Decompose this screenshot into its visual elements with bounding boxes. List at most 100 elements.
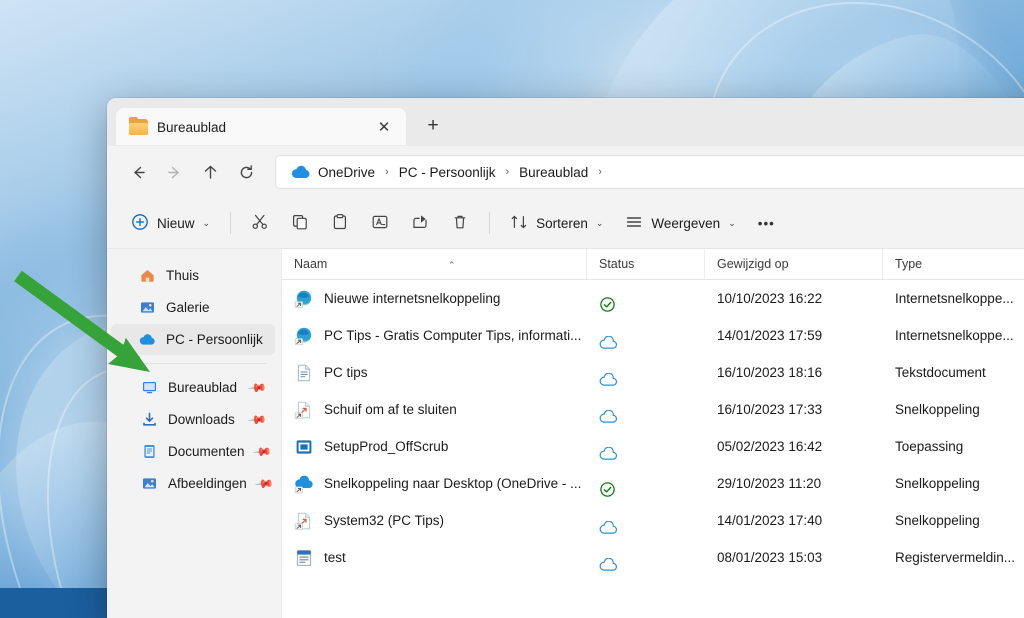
column-header-naam[interactable]: Naam ⌃: [282, 249, 587, 279]
plus-circle-icon: [131, 213, 149, 234]
file-name-cell[interactable]: PC Tips - Gratis Computer Tips, informat…: [282, 317, 587, 354]
paste-button[interactable]: [321, 206, 359, 240]
downloads-icon: [141, 411, 158, 428]
home-icon: [139, 267, 156, 284]
table-row[interactable]: Schuif om af te sluiten 16/10/2023 17:33…: [282, 391, 1024, 428]
application-icon: [294, 437, 314, 457]
up-button[interactable]: [193, 155, 227, 189]
file-modified-cell: 14/01/2023 17:59: [717, 328, 823, 343]
more-options-button[interactable]: •••: [748, 206, 785, 240]
table-row[interactable]: test 08/01/2023 15:03 Registervermeldin.…: [282, 539, 1024, 576]
sidebar-item-downloads[interactable]: Downloads 📌: [111, 404, 275, 435]
address-breadcrumb-bar[interactable]: OneDrive › PC - Persoonlijk › Bureaublad…: [275, 155, 1024, 189]
file-type-cell: Internetsnelkoppe...: [895, 328, 1014, 343]
close-tab-icon[interactable]: ✕: [372, 115, 396, 139]
file-name-cell[interactable]: SetupProd_OffScrub: [282, 428, 587, 465]
breadcrumb-label: PC - Persoonlijk: [398, 164, 496, 180]
sort-button[interactable]: Sorteren ⌄: [500, 206, 613, 240]
view-button[interactable]: Weergeven ⌄: [615, 206, 745, 240]
clipboard-icon: [331, 213, 349, 234]
delete-button[interactable]: [441, 206, 479, 240]
table-row[interactable]: PC Tips - Gratis Computer Tips, informat…: [282, 317, 1024, 354]
pin-icon[interactable]: 📌: [247, 409, 267, 429]
file-status-cell: [587, 502, 705, 539]
breadcrumb-separator: ›: [385, 166, 389, 178]
copy-button[interactable]: [281, 206, 319, 240]
edge-shortcut-icon: [294, 289, 314, 309]
sidebar-item-documenten[interactable]: Documenten 📌: [111, 436, 275, 467]
gallery-icon: [139, 299, 156, 316]
share-button[interactable]: [401, 206, 439, 240]
cut-button[interactable]: [241, 206, 279, 240]
registry-icon: [294, 548, 314, 568]
column-header-status[interactable]: Status: [587, 249, 705, 279]
file-type-cell: Toepassing: [895, 439, 964, 454]
breadcrumb-item-onedrive[interactable]: OneDrive: [284, 162, 382, 183]
pin-icon[interactable]: 📌: [254, 473, 274, 493]
cloud-only-icon: [599, 549, 617, 571]
sidebar-item-pc-persoonlijk[interactable]: › PC - Persoonlijk: [111, 324, 275, 355]
refresh-button[interactable]: [229, 155, 263, 189]
file-modified-cell: 16/10/2023 17:33: [717, 402, 823, 417]
rename-button[interactable]: [361, 206, 399, 240]
table-row[interactable]: PC tips 16/10/2023 18:16 Tekstdocument: [282, 354, 1024, 391]
new-tab-button[interactable]: +: [418, 111, 448, 141]
pictures-icon: [141, 475, 158, 492]
breadcrumb-separator: ›: [505, 166, 510, 178]
table-row[interactable]: System32 (PC Tips) 14/01/2023 17:40 Snel…: [282, 502, 1024, 539]
table-row[interactable]: Snelkoppeling naar Desktop (OneDrive - .…: [282, 465, 1024, 502]
sidebar-item-label: Bureaublad: [168, 380, 238, 395]
chevron-right-icon[interactable]: ›: [121, 335, 131, 345]
file-name-cell[interactable]: System32 (PC Tips): [282, 502, 587, 539]
file-modified-cell: 10/10/2023 16:22: [717, 291, 823, 306]
breadcrumb-separator: ›: [598, 166, 602, 178]
chevron-down-icon: ⌄: [202, 217, 211, 228]
forward-button[interactable]: [157, 155, 191, 189]
file-name-cell[interactable]: Schuif om af te sluiten: [282, 391, 587, 428]
breadcrumb-label: Bureaublad: [519, 164, 589, 180]
shortcut-icon: [294, 400, 314, 420]
command-toolbar: Nieuw ⌄ Sorteren ⌄ Weergeven ⌄ •••: [107, 198, 1024, 249]
file-status-cell: [587, 280, 705, 317]
toolbar-divider: [230, 212, 232, 234]
view-button-label: Weergeven: [651, 215, 721, 231]
column-header-type[interactable]: Type: [883, 249, 1024, 279]
sidebar-item-afbeeldingen[interactable]: Afbeeldingen 📌: [111, 468, 275, 499]
file-name-cell[interactable]: PC tips: [282, 354, 587, 391]
file-modified-cell: 08/01/2023 15:03: [717, 550, 823, 565]
pin-icon[interactable]: 📌: [247, 377, 267, 397]
sort-button-label: Sorteren: [536, 215, 588, 231]
sidebar-item-label: Galerie: [166, 300, 210, 315]
file-name-cell[interactable]: Nieuwe internetsnelkoppeling: [282, 280, 587, 317]
desktop-icon: [141, 379, 158, 396]
sidebar-item-label: PC - Persoonlijk: [166, 332, 263, 347]
sidebar-item-galerie[interactable]: Galerie: [111, 292, 275, 323]
window-titlebar[interactable]: Bureaublad ✕ +: [107, 98, 1024, 146]
file-name-cell[interactable]: test: [282, 539, 587, 576]
table-row[interactable]: Nieuwe internetsnelkoppeling 10/10/2023 …: [282, 280, 1024, 317]
breadcrumb-item-bureaublad[interactable]: Bureaublad: [512, 162, 595, 183]
file-name-cell[interactable]: Snelkoppeling naar Desktop (OneDrive - .…: [282, 465, 587, 502]
trash-icon: [451, 213, 469, 234]
sidebar-item-label: Afbeeldingen: [168, 476, 247, 491]
synced-check-icon: [599, 475, 616, 497]
toolbar-divider: [489, 212, 491, 234]
back-button[interactable]: [121, 155, 155, 189]
pin-icon[interactable]: 📌: [252, 441, 272, 461]
file-status-cell: [587, 428, 705, 465]
breadcrumb-label: OneDrive: [318, 164, 376, 180]
column-header-gewijzigd-op[interactable]: Gewijzigd op: [705, 249, 883, 279]
cloud-only-icon: [599, 438, 617, 460]
folder-icon: [129, 117, 148, 135]
rename-icon: [371, 213, 389, 234]
new-button[interactable]: Nieuw ⌄: [121, 206, 220, 240]
sort-indicator-icon: ⌃: [448, 260, 456, 270]
sidebar-item-bureaublad[interactable]: Bureaublad 📌: [111, 372, 275, 403]
sidebar-item-label: Thuis: [166, 268, 200, 283]
ellipsis-icon: •••: [757, 215, 775, 231]
breadcrumb-item-pc-persoonlijk[interactable]: PC - Persoonlijk: [392, 162, 503, 183]
explorer-tab[interactable]: Bureaublad ✕: [116, 108, 406, 146]
share-icon: [411, 213, 429, 234]
sidebar-item-thuis[interactable]: Thuis: [111, 260, 275, 291]
table-row[interactable]: SetupProd_OffScrub 05/02/2023 16:42 Toep…: [282, 428, 1024, 465]
